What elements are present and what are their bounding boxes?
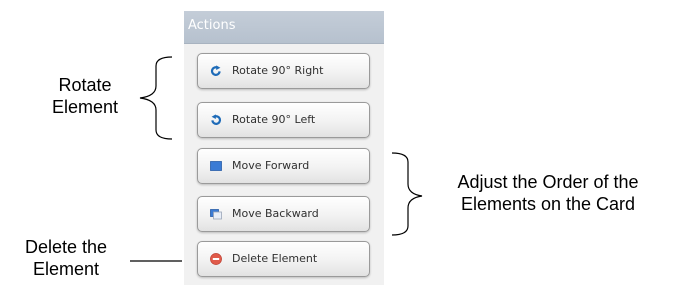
delete-annotation-line-1: Delete the xyxy=(24,237,108,257)
rotate-annotation-line-1: Rotate xyxy=(58,75,112,95)
delete-annotation: Delete the Element xyxy=(2,236,130,280)
rotate-annotation-line-2: Element xyxy=(51,97,119,117)
delete-annotation-line-2: Element xyxy=(32,259,100,279)
order-annotation: Adjust the Order of the Elements on the … xyxy=(428,171,668,215)
rotate-annotation: Rotate Element xyxy=(30,74,140,118)
rotate-brace xyxy=(139,56,173,140)
order-annotation-line-1: Adjust the Order of the xyxy=(457,172,639,192)
order-brace xyxy=(391,152,423,236)
order-annotation-line-2: Elements on the Card xyxy=(460,194,636,214)
